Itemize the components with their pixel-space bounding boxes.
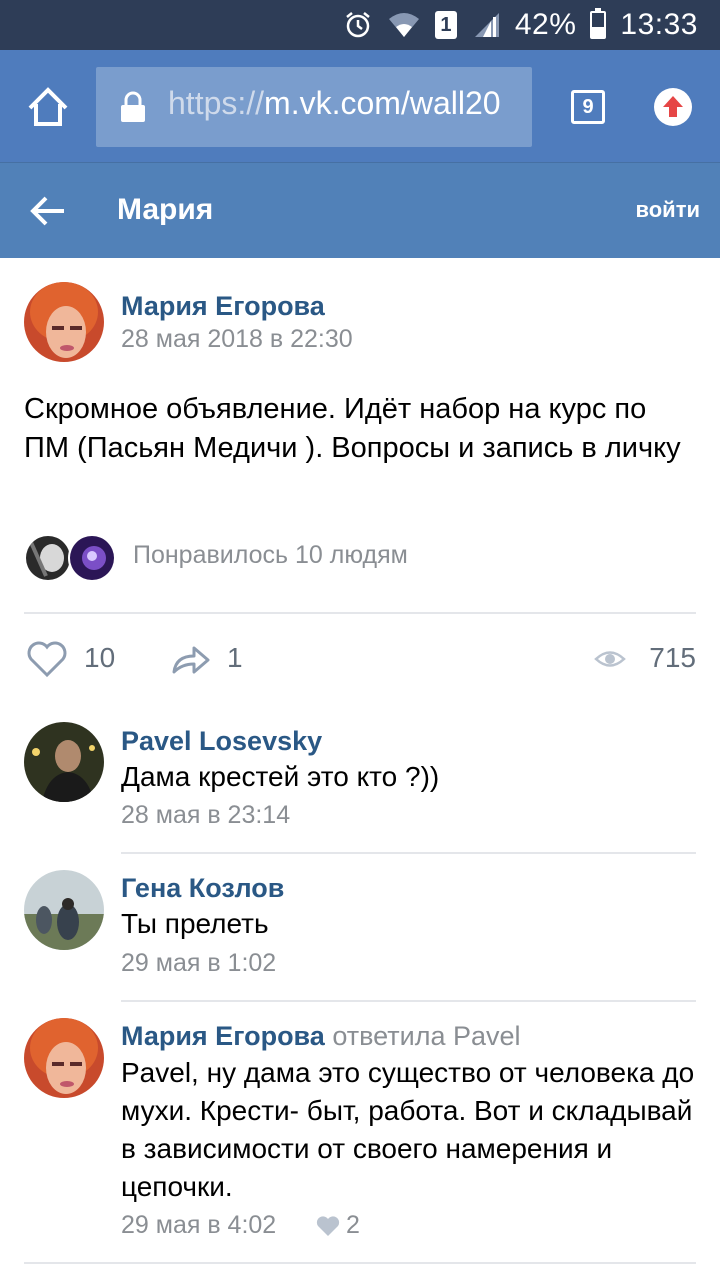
views-count: 715	[649, 642, 696, 673]
eye-icon	[594, 644, 626, 674]
reply-to-label[interactable]: ответила Pavel	[332, 1021, 520, 1051]
likers-avatars[interactable]	[24, 534, 120, 582]
comment-author-avatar[interactable]	[24, 1018, 104, 1098]
likes-summary[interactable]: Понравилось 10 людям	[133, 541, 408, 570]
comment-date[interactable]: 29 мая в 4:02	[121, 1211, 276, 1240]
post-date[interactable]: 28 мая 2018 в 22:30	[121, 325, 353, 354]
alarm-icon	[343, 10, 373, 40]
share-count[interactable]: 1	[227, 642, 243, 674]
upload-icon[interactable]	[654, 88, 692, 126]
comment-text: Дама крестей это кто ?))	[121, 761, 440, 792]
like-count[interactable]: 10	[84, 642, 115, 674]
share-arrow-icon[interactable]	[170, 640, 212, 678]
divider	[24, 1262, 696, 1264]
app-header: Мария войти	[0, 162, 720, 258]
url-text: https://m.vk.com/wall20	[168, 85, 501, 122]
battery-level	[592, 26, 605, 37]
post-text: Скромное объявление. Идёт набор на курс …	[24, 393, 681, 464]
comment-date[interactable]: 29 мая в 1:02	[121, 949, 276, 978]
tabs-button[interactable]: 9	[571, 90, 605, 124]
comment-author-name[interactable]: Pavel Losevsky	[121, 726, 322, 757]
divider	[121, 852, 696, 854]
comment-author-name[interactable]: Мария Егорова	[121, 1021, 325, 1051]
page-title: Мария	[117, 193, 214, 226]
lock-icon	[120, 91, 146, 123]
sim-icon: 1	[434, 11, 457, 39]
signal-icon	[471, 11, 501, 39]
url-prefix: https://	[168, 85, 265, 121]
divider	[24, 612, 696, 614]
comment-text: Ты прелеть	[121, 908, 269, 939]
comment-like-count[interactable]: 2	[346, 1211, 360, 1240]
post-actions: 10 1 715	[0, 636, 720, 684]
comment-text: Pavel, ну дама это существо от человека …	[121, 1057, 695, 1202]
comment-header: Мария Егорова ответила Pavel	[121, 1021, 521, 1052]
wifi-icon	[387, 11, 421, 39]
battery-icon	[590, 8, 607, 39]
comment-author-avatar[interactable]	[24, 722, 104, 802]
liker-avatar[interactable]	[68, 534, 116, 582]
url-host: m.vk.com/wall20	[264, 85, 501, 121]
url-bar[interactable]: https://m.vk.com/wall20	[96, 67, 532, 147]
status-icons: 1 42% 13:33	[343, 0, 698, 50]
home-icon[interactable]	[24, 84, 72, 132]
clock: 13:33	[620, 8, 698, 41]
browser-toolbar: https://m.vk.com/wall20 9	[0, 50, 720, 162]
comment-author-avatar[interactable]	[24, 870, 104, 950]
battery-percent: 42%	[514, 8, 577, 41]
comment-like-heart-icon[interactable]	[316, 1215, 340, 1237]
status-bar: 1 42% 13:33	[0, 0, 720, 50]
like-heart-icon[interactable]	[26, 640, 68, 678]
liker-avatar[interactable]	[24, 534, 72, 582]
comment-author-name[interactable]: Гена Козлов	[121, 873, 284, 904]
comment-date[interactable]: 28 мая в 23:14	[121, 801, 290, 830]
post-author-avatar[interactable]	[24, 282, 104, 362]
post-author-name[interactable]: Мария Егорова	[121, 291, 325, 322]
login-button[interactable]: войти	[636, 197, 701, 223]
back-arrow-icon[interactable]	[28, 191, 68, 231]
divider	[121, 1000, 696, 1002]
